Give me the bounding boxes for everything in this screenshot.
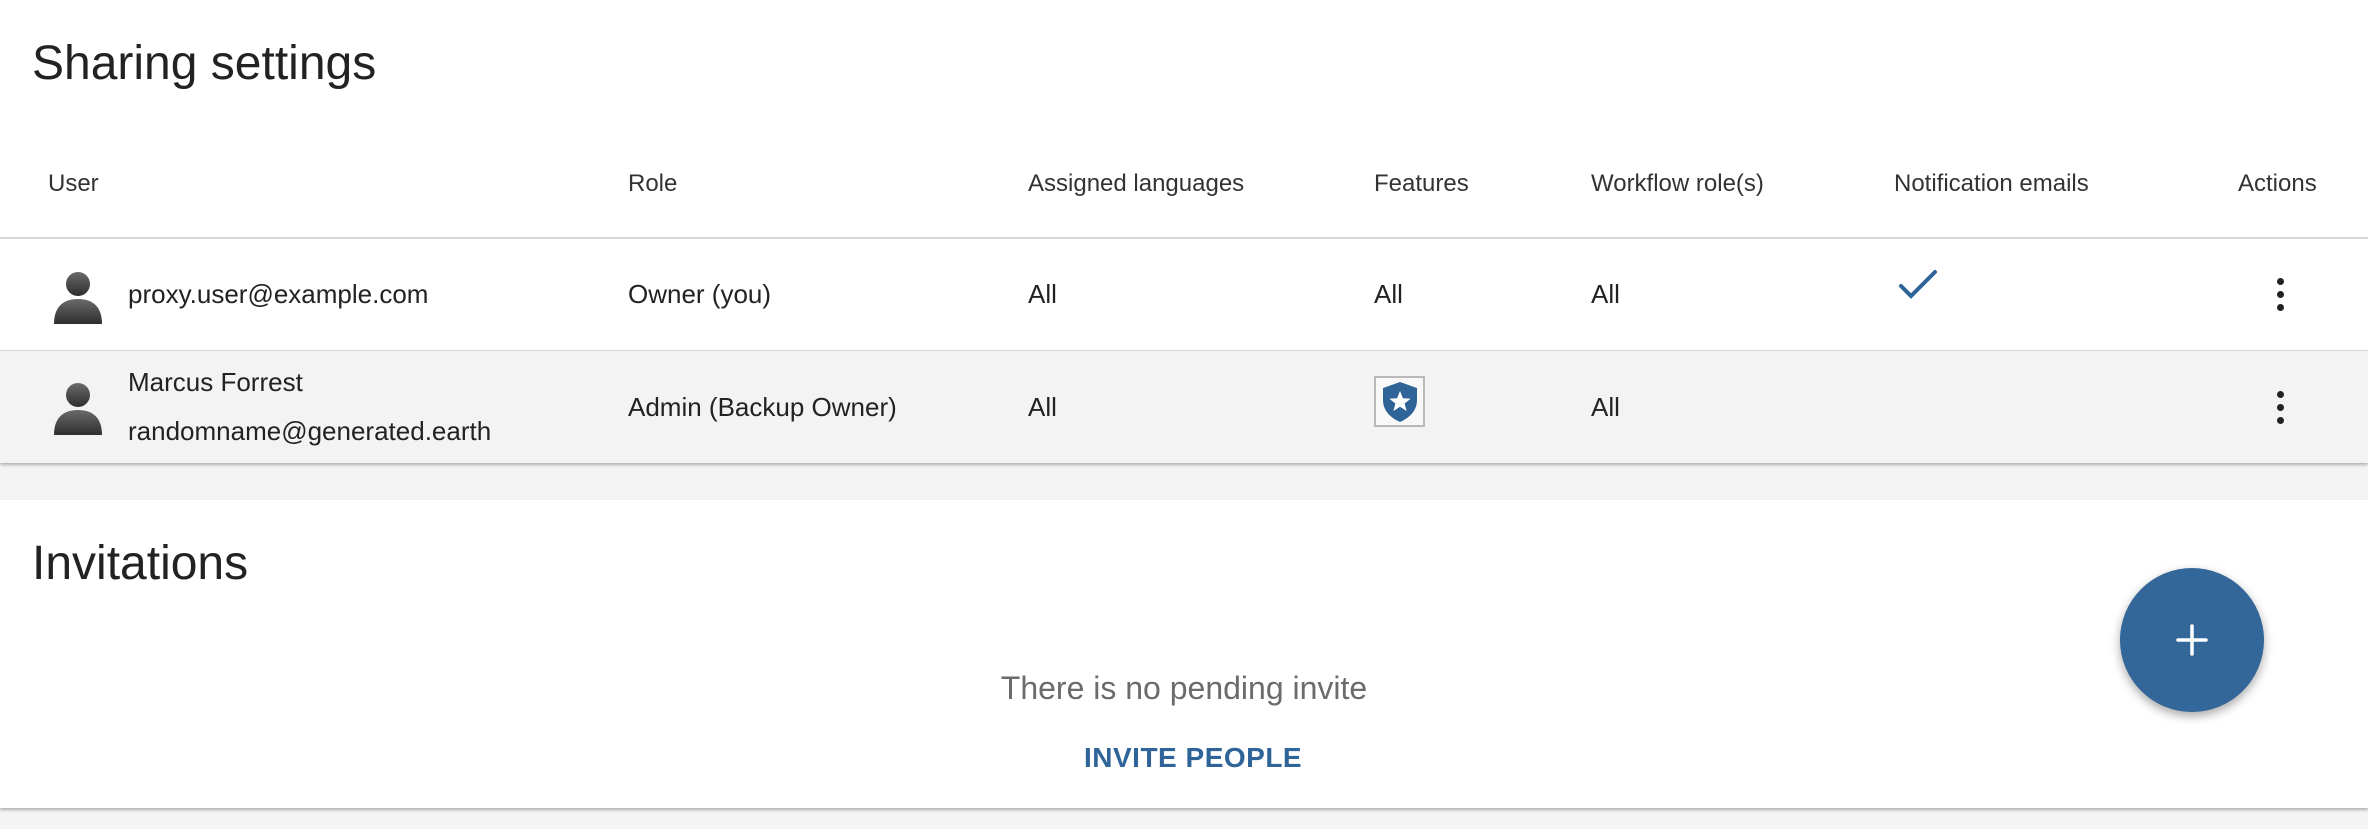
user-name: Marcus Forrest xyxy=(128,367,303,397)
avatar xyxy=(48,266,108,326)
assigned-languages: All xyxy=(1028,279,1057,309)
features: All xyxy=(1374,279,1403,309)
invite-people-button[interactable]: INVITE PEOPLE xyxy=(1084,742,1302,774)
column-header-workflow-roles: Workflow role(s) xyxy=(1591,170,1764,197)
assigned-languages: All xyxy=(1028,392,1057,422)
add-invite-fab[interactable] xyxy=(2120,568,2264,712)
user-role: Owner (you) xyxy=(628,279,772,309)
table-row[interactable]: proxy.user@example.com Owner (you) All A… xyxy=(0,239,2368,350)
row-actions-menu-button[interactable] xyxy=(2262,272,2298,316)
column-header-features: Features xyxy=(1374,170,1469,197)
feature-badge xyxy=(1374,376,1425,427)
sharing-settings-title: Sharing settings xyxy=(32,37,377,90)
column-header-notification-emails: Notification emails xyxy=(1894,170,2089,197)
column-header-assigned-languages: Assigned languages xyxy=(1028,170,1245,197)
user-silhouette-icon xyxy=(54,383,102,435)
invitations-title: Invitations xyxy=(32,537,249,590)
plus-icon xyxy=(2176,624,2208,656)
empty-invites-message: There is no pending invite xyxy=(1000,670,1368,706)
avatar xyxy=(48,377,108,437)
user-silhouette-icon xyxy=(54,272,102,324)
column-header-role: Role xyxy=(628,170,678,197)
column-header-actions: Actions xyxy=(2238,170,2317,197)
workflow-roles: All xyxy=(1591,279,1620,309)
invitations-card: Invitations There is no pending invite I… xyxy=(0,500,2368,808)
checkmark-icon xyxy=(1898,269,1938,306)
sharing-settings-card: Sharing settings User Role Assigned lang… xyxy=(0,0,2368,463)
row-actions-menu-button[interactable] xyxy=(2262,385,2298,429)
kebab-icon xyxy=(2276,390,2284,398)
table-row[interactable]: Marcus Forrest randomname@generated.eart… xyxy=(0,351,2368,463)
user-email: randomname@generated.earth xyxy=(128,416,492,446)
workflow-roles: All xyxy=(1591,392,1620,422)
shield-star-icon xyxy=(1382,381,1417,422)
column-header-user: User xyxy=(48,170,99,197)
kebab-icon xyxy=(2276,277,2284,285)
user-email: proxy.user@example.com xyxy=(128,279,429,309)
user-role: Admin (Backup Owner) xyxy=(628,392,897,422)
